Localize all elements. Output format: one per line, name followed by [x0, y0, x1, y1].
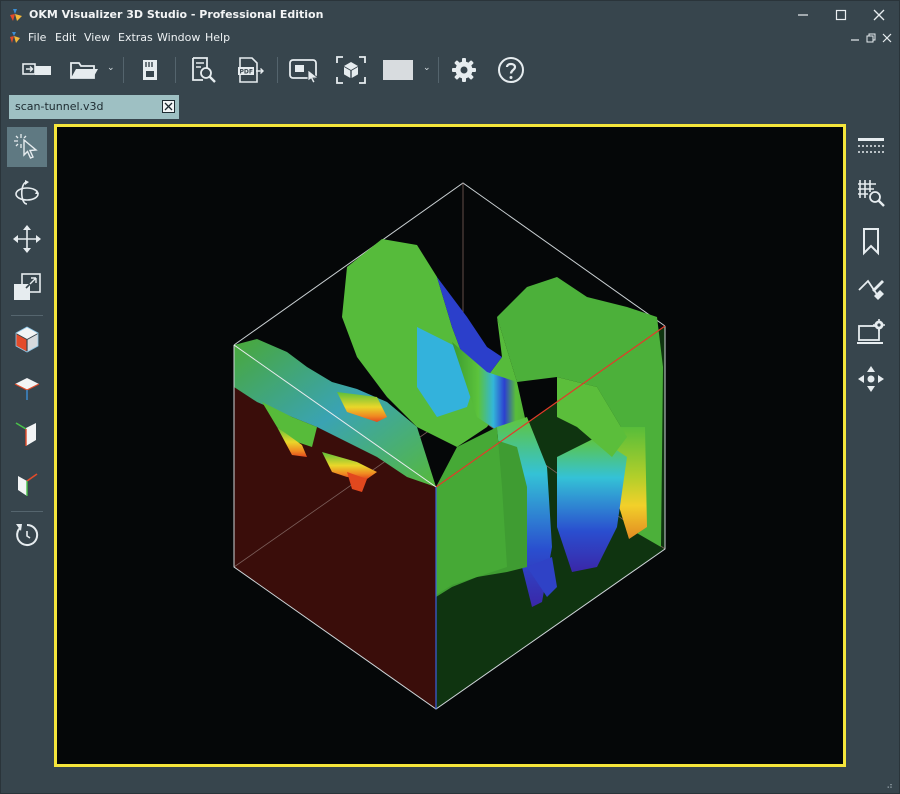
right-tool-strip — [849, 123, 895, 403]
menu-view[interactable]: View — [84, 31, 110, 44]
maximize-icon — [835, 9, 847, 21]
menu-edit[interactable]: Edit — [55, 31, 76, 44]
view-top-button[interactable] — [7, 367, 47, 407]
background-color-button[interactable] — [380, 53, 416, 87]
tab-close-button[interactable] — [162, 100, 175, 113]
menu-bar: File Edit View Extras Window Help — [1, 29, 899, 47]
view-3d-icon — [15, 326, 39, 353]
close-button[interactable] — [857, 3, 900, 27]
surface-settings-icon — [858, 138, 884, 153]
import-device-button[interactable] — [19, 53, 55, 87]
screenshot-button[interactable] — [286, 53, 324, 87]
settings-button[interactable] — [447, 53, 481, 87]
export-pdf-button[interactable]: PDF — [233, 53, 267, 87]
display-settings-icon — [857, 319, 885, 344]
scan-3d-view[interactable] — [57, 127, 843, 764]
app-logo-icon — [10, 9, 22, 21]
toolbar-separator — [123, 57, 124, 83]
document-tab[interactable]: scan-tunnel.v3d — [9, 95, 179, 119]
fit-view-icon — [336, 56, 366, 84]
app-window: OKM Visualizer 3D Studio - Professional … — [0, 0, 900, 794]
document-tab-strip: scan-tunnel.v3d — [1, 93, 899, 121]
grid-zoom-button[interactable] — [851, 173, 891, 213]
document-logo-icon — [10, 32, 20, 43]
toolbar-separator — [277, 57, 278, 83]
view-front-button[interactable] — [7, 415, 47, 455]
close-icon — [164, 102, 173, 111]
open-folder-icon — [70, 62, 98, 79]
import-device-icon — [22, 63, 51, 75]
doc-close-button[interactable] — [879, 30, 895, 46]
view-3d-button[interactable] — [7, 319, 47, 359]
title-bar: OKM Visualizer 3D Studio - Professional … — [1, 1, 899, 29]
save-button[interactable] — [135, 53, 165, 87]
bookmark-button[interactable] — [851, 221, 891, 261]
screenshot-icon — [289, 59, 320, 84]
document-tab-label: scan-tunnel.v3d — [15, 100, 104, 113]
navigate-icon — [858, 366, 884, 392]
settings-icon — [452, 58, 476, 82]
menu-help[interactable]: Help — [205, 31, 230, 44]
view-side-button[interactable] — [7, 463, 47, 503]
tool-separator — [11, 511, 43, 512]
zoom-tool-button[interactable] — [7, 267, 47, 307]
reset-view-icon — [16, 523, 39, 546]
print-preview-icon — [192, 57, 216, 83]
background-color-icon — [383, 60, 413, 80]
help-button[interactable] — [494, 53, 528, 87]
select-tool-button[interactable] — [7, 127, 47, 167]
rotate-icon — [15, 180, 39, 205]
close-icon — [873, 9, 885, 21]
toolbar-separator — [175, 57, 176, 83]
status-bar: ⣠ — [1, 771, 899, 793]
reset-view-button[interactable] — [7, 515, 47, 555]
minimize-icon — [798, 14, 808, 16]
doc-restore-button[interactable] — [863, 30, 879, 46]
view-top-icon — [14, 378, 40, 400]
measure-button[interactable] — [851, 267, 891, 307]
save-card-icon — [143, 60, 157, 80]
pan-icon — [13, 225, 41, 253]
view-front-icon — [15, 422, 36, 446]
resize-grip-icon[interactable]: ⣠ — [886, 779, 893, 789]
svg-text:PDF: PDF — [240, 69, 253, 76]
3d-viewport[interactable] — [54, 124, 846, 767]
menu-window[interactable]: Window — [157, 31, 200, 44]
fit-view-button[interactable] — [332, 53, 370, 87]
menu-file[interactable]: File — [28, 31, 46, 44]
background-dropdown-arrow[interactable]: ⌄ — [423, 63, 431, 73]
main-toolbar: ⌄ PDF ⌄ — [1, 47, 899, 93]
export-pdf-icon: PDF — [238, 57, 264, 83]
window-title: OKM Visualizer 3D Studio - Professional … — [29, 8, 324, 21]
pan-tool-button[interactable] — [7, 219, 47, 259]
grid-zoom-icon — [858, 180, 885, 207]
menu-extras[interactable]: Extras — [118, 31, 153, 44]
view-side-icon — [18, 473, 38, 496]
open-file-button[interactable] — [67, 53, 101, 87]
print-preview-button[interactable] — [186, 53, 220, 87]
bookmark-icon — [863, 228, 879, 256]
minimize-icon — [851, 39, 859, 41]
doc-minimize-button[interactable] — [847, 30, 863, 46]
restore-icon — [866, 33, 876, 43]
zoom-icon — [14, 273, 41, 300]
tool-separator — [11, 315, 43, 316]
measure-icon — [858, 279, 884, 300]
surface-settings-button[interactable] — [851, 125, 891, 165]
select-icon — [14, 134, 38, 159]
open-dropdown-arrow[interactable]: ⌄ — [107, 63, 115, 73]
toolbar-separator — [438, 57, 439, 83]
help-icon — [498, 57, 524, 83]
display-settings-button[interactable] — [851, 313, 891, 353]
rotate-tool-button[interactable] — [7, 173, 47, 213]
navigate-button[interactable] — [851, 359, 891, 399]
left-tool-strip — [5, 123, 51, 563]
close-icon — [882, 33, 892, 43]
